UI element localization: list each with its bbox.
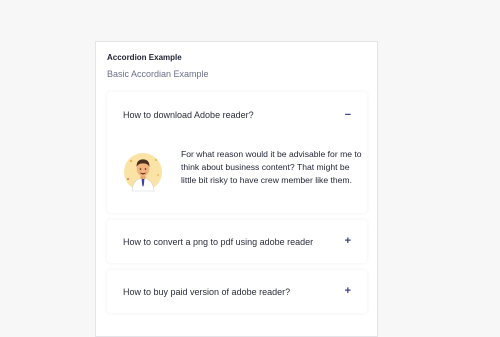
accordion-answer: For what reason would it be advisable fo… [181, 149, 362, 186]
collapse-icon[interactable]: − [345, 109, 351, 121]
expand-icon[interactable]: + [345, 286, 351, 297]
accordion-card: Accordion Example Basic Accordian Exampl… [95, 41, 378, 337]
avatar-illustration-icon [124, 153, 162, 192]
accordion-header-download[interactable]: How to download Adobe reader? − [123, 92, 351, 138]
accordion-question: How to download Adobe reader? [123, 110, 254, 120]
card-title: Accordion Example [107, 53, 182, 62]
card-subtitle: Basic Accordian Example [107, 69, 209, 79]
accordion-item-download: How to download Adobe reader? − For what… [107, 92, 367, 213]
accordion-item-convert: How to convert a png to pdf using adobe … [107, 220, 367, 263]
accordion-header-convert[interactable]: How to convert a png to pdf using adobe … [123, 220, 351, 263]
expand-icon[interactable]: + [345, 236, 351, 247]
accordion-header-buy[interactable]: How to buy paid version of adobe reader?… [123, 270, 351, 313]
accordion-question: How to buy paid version of adobe reader? [123, 286, 291, 297]
accordion-body: For what reason would it be advisable fo… [123, 146, 362, 206]
accordion-item-buy: How to buy paid version of adobe reader?… [107, 270, 367, 313]
accordion-question: How to convert a png to pdf using adobe … [123, 236, 314, 247]
